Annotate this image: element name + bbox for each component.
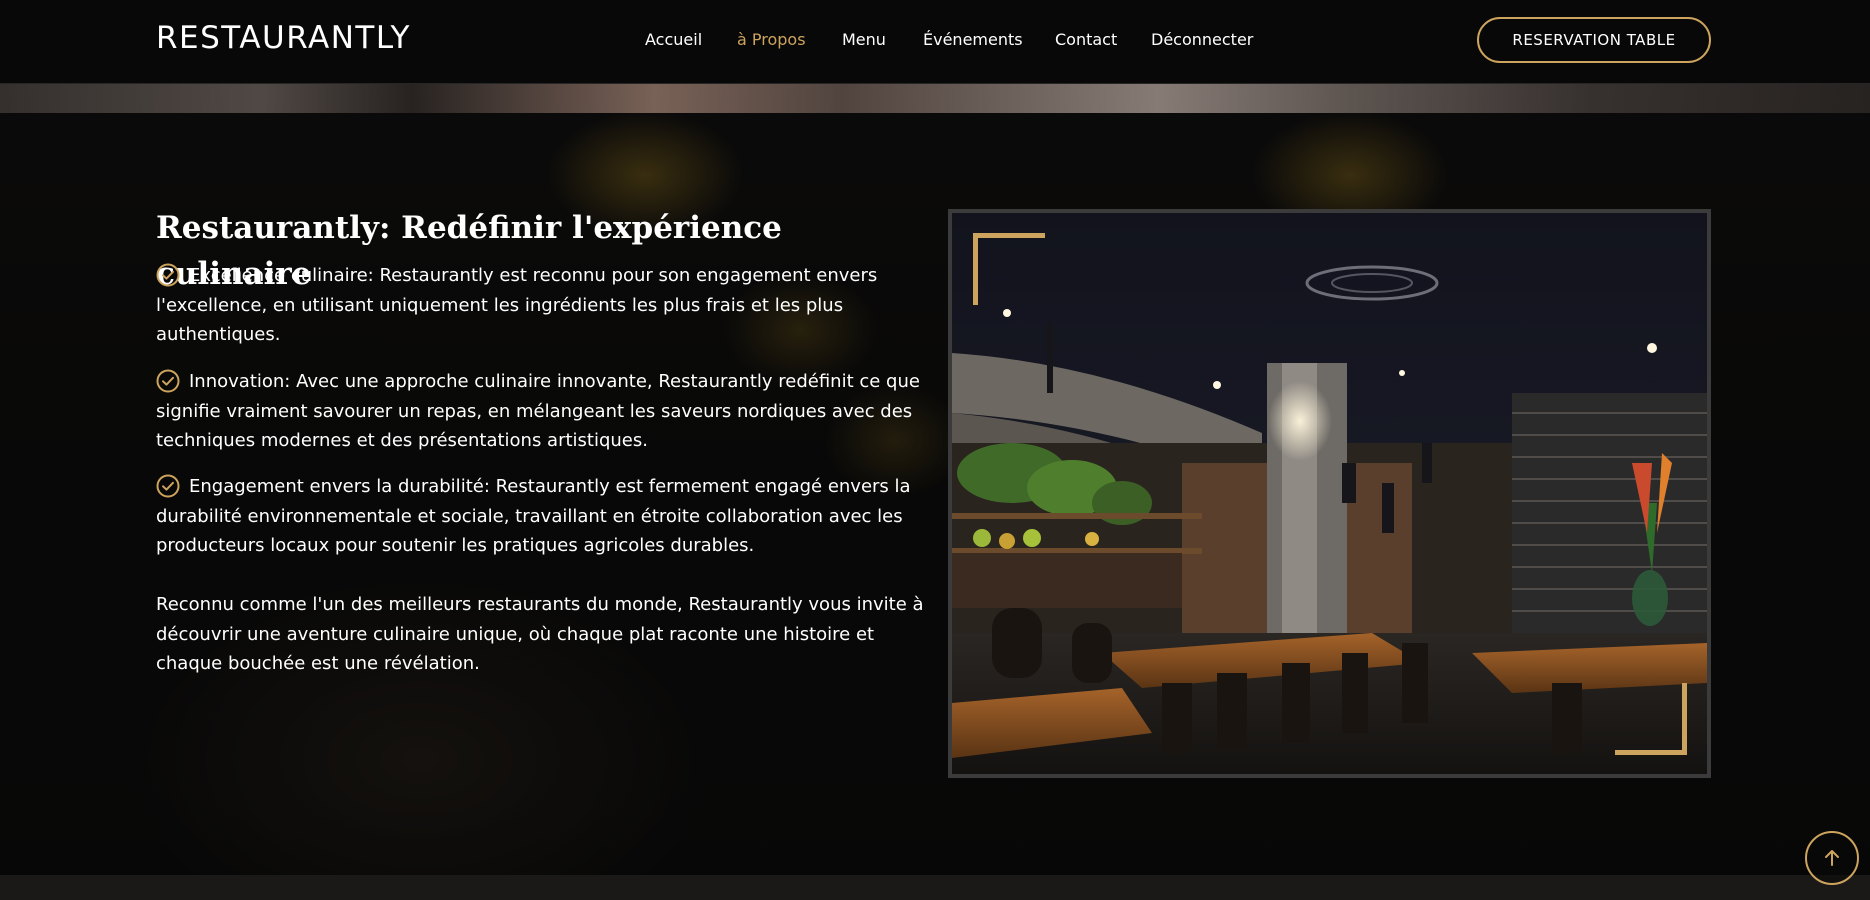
feature-innovation: Innovation: Avec une approche culinaire … — [156, 371, 920, 451]
reservation-table-button[interactable]: RESERVATION TABLE — [1477, 17, 1711, 63]
hero-image-strip — [0, 84, 1870, 113]
about-paragraph: Reconnu comme l'un des meilleurs restaur… — [156, 594, 924, 674]
nav-evenements[interactable]: Événements — [923, 30, 1023, 49]
feature-durabilite: Engagement envers la durabilité: Restaur… — [156, 476, 911, 556]
nav-contact[interactable]: Contact — [1055, 30, 1117, 49]
nav-accueil[interactable]: Accueil — [645, 30, 702, 49]
nav-a-propos[interactable]: à Propos — [737, 30, 806, 49]
photo-corner-bottom-right — [1615, 683, 1687, 755]
restaurant-interior-image — [948, 209, 1711, 778]
nav-deconnecter[interactable]: Déconnecter — [1151, 30, 1253, 49]
arrow-up-icon — [1825, 850, 1839, 866]
photo-corner-top-left — [973, 233, 1045, 305]
back-to-top-button[interactable] — [1805, 831, 1859, 885]
feature-excellence: Excellence culinaire: Restaurantly est r… — [156, 265, 878, 345]
site-header: RESTAURANTLY Accueil à Propos Menu Événe… — [0, 0, 1870, 84]
footer-band — [0, 875, 1870, 900]
nav-menu[interactable]: Menu — [842, 30, 886, 49]
site-logo[interactable]: RESTAURANTLY — [156, 20, 411, 56]
